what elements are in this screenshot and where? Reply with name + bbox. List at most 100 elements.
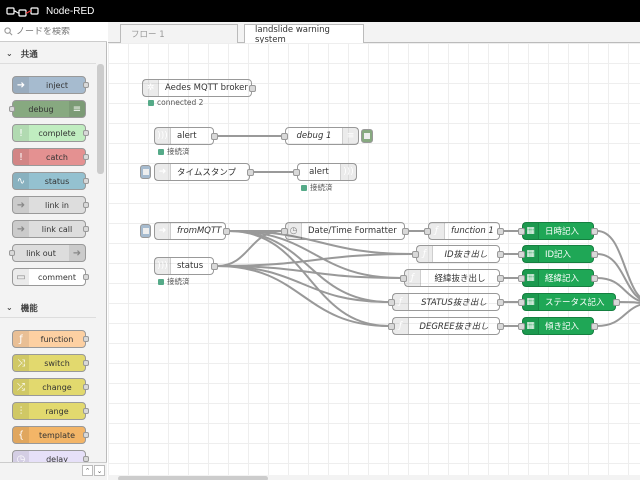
scroll-thumb[interactable] (118, 476, 268, 480)
palette-node-switch[interactable]: ⤨ switch (12, 354, 89, 372)
comment-icon: ▭ (13, 269, 29, 285)
input-port[interactable] (293, 169, 300, 176)
palette-footer: ⌃ ⌄ (0, 462, 107, 480)
input-port[interactable] (400, 275, 407, 282)
output-port[interactable] (591, 275, 598, 282)
node-record-tilt[interactable]: ▦ 傾き記入 (518, 317, 598, 335)
tab-flow-1[interactable]: フロー 1 (120, 24, 238, 43)
output-port[interactable] (591, 323, 598, 330)
node-aedes-mqtt-broker[interactable]: ✲ Aedes MQTT broker (142, 79, 256, 97)
debug-toggle-button[interactable] (361, 129, 373, 143)
output-port[interactable] (497, 275, 504, 282)
input-port[interactable] (518, 228, 525, 235)
palette-node-catch[interactable]: ! catch (12, 148, 89, 166)
expand-all-icon[interactable]: ⌄ (94, 465, 105, 476)
node-label: 経緯抜き出し (434, 274, 486, 284)
clock-icon: ◷ (286, 223, 302, 239)
output-port[interactable] (402, 228, 409, 235)
inject-trigger-button[interactable] (140, 224, 151, 238)
output-port[interactable] (249, 85, 256, 92)
palette-node-range[interactable]: ⫶ range (12, 402, 89, 420)
input-port[interactable] (412, 251, 419, 258)
node-record-id[interactable]: ▦ ID記入 (518, 245, 598, 263)
wifi-icon: ))) (340, 164, 356, 180)
table-icon: ▦ (523, 294, 539, 310)
output-port[interactable] (247, 169, 254, 176)
palette-node-link-out[interactable]: link out ➜ (9, 244, 86, 262)
input-port[interactable] (518, 299, 525, 306)
output-port[interactable] (497, 228, 504, 235)
inject-trigger-button[interactable] (140, 165, 151, 179)
node-red-logo-icon (6, 7, 39, 17)
input-port[interactable] (388, 323, 395, 330)
palette-search-input[interactable] (16, 26, 106, 37)
node-label: alert (177, 131, 197, 141)
palette-node-link-call[interactable]: ➜ link call (12, 220, 89, 238)
node-timestamp-inject[interactable]: ➜ タイムスタンプ (154, 163, 254, 181)
palette-node-function[interactable]: ƒ function (12, 330, 89, 348)
tab-landslide-warning-system[interactable]: landslide warning system (244, 24, 364, 45)
palette-node-template[interactable]: {template (12, 426, 89, 444)
output-port[interactable] (497, 251, 504, 258)
flow-canvas[interactable]: ✲ Aedes MQTT broker connected 2 ))) aler… (108, 43, 640, 475)
output-port[interactable] (223, 228, 230, 235)
canvas-horizontal-scrollbar[interactable] (108, 475, 640, 480)
palette-node-label: template (38, 430, 76, 440)
arrow-right-icon: ➜ (13, 221, 29, 237)
node-label: fromMQTT (177, 226, 222, 236)
output-port[interactable] (211, 263, 218, 270)
output-port[interactable] (613, 299, 620, 306)
palette-category-header[interactable]: ⌄ 共通 (0, 44, 96, 64)
node-debug-1[interactable]: debug 1 ≡ (281, 127, 359, 145)
palette-scrollbar[interactable] (97, 64, 104, 174)
palette-node-change[interactable]: ⤮ change (12, 378, 89, 396)
output-port[interactable] (211, 133, 218, 140)
palette-node-label: comment (37, 272, 76, 282)
palette-category-header[interactable]: ⌄ 機能 (0, 298, 96, 318)
input-port[interactable] (518, 251, 525, 258)
palette-node-inject[interactable]: ➜ inject (12, 76, 89, 94)
palette-node-complete[interactable]: ! complete (12, 124, 89, 142)
node-id-extract[interactable]: ƒ ID抜き出し (412, 245, 504, 263)
palette-node-comment[interactable]: ▭ comment (12, 268, 89, 286)
exclamation-icon: ! (13, 125, 29, 141)
wire[interactable] (216, 253, 414, 267)
input-port[interactable] (281, 228, 288, 235)
port (83, 360, 89, 366)
palette-node-status[interactable]: ∿ status (12, 172, 89, 190)
node-latlon-extract[interactable]: ƒ 経緯抜き出し (400, 269, 504, 287)
flow-tabs: フロー 1 landslide warning system (108, 22, 640, 45)
node-record-status[interactable]: ▦ ステータス記入 (518, 293, 620, 311)
output-port[interactable] (591, 228, 598, 235)
port (9, 250, 15, 256)
node-date-time-formatter[interactable]: ◷ Date/Time Formatter (281, 222, 409, 240)
node-status-in[interactable]: ))) status (154, 257, 218, 275)
node-alert-in[interactable]: ))) alert (154, 127, 218, 145)
port (83, 384, 89, 390)
input-port[interactable] (518, 275, 525, 282)
node-label: debug 1 (296, 131, 332, 141)
list-icon: ≡ (342, 128, 358, 144)
node-function-1[interactable]: ƒ function 1 (424, 222, 504, 240)
output-port[interactable] (497, 323, 504, 330)
node-status-extract[interactable]: ƒ STATUS抜き出し (388, 293, 504, 311)
output-port[interactable] (591, 251, 598, 258)
output-port[interactable] (497, 299, 504, 306)
palette-node-debug[interactable]: debug ≡ (9, 100, 86, 118)
input-port[interactable] (388, 299, 395, 306)
palette-node-link-in[interactable]: ➜ link in (12, 196, 89, 214)
node-record-datetime[interactable]: ▦ 日時記入 (518, 222, 598, 240)
collapse-all-icon[interactable]: ⌃ (82, 465, 93, 476)
wire[interactable] (618, 301, 640, 304)
input-port[interactable] (424, 228, 431, 235)
node-alert-out[interactable]: alert ))) (293, 163, 357, 181)
node-from-mqtt[interactable]: ➜ fromMQTT (154, 222, 230, 240)
input-port[interactable] (518, 323, 525, 330)
palette-node-label: debug (28, 104, 54, 114)
node-record-latlon[interactable]: ▦ 経緯記入 (518, 269, 598, 287)
category-label: 共通 (20, 49, 38, 60)
input-port[interactable] (281, 133, 288, 140)
node-degree-extract[interactable]: ƒ DEGREE抜き出し (388, 317, 504, 335)
palette-node-label: function (40, 334, 74, 344)
port (83, 432, 89, 438)
